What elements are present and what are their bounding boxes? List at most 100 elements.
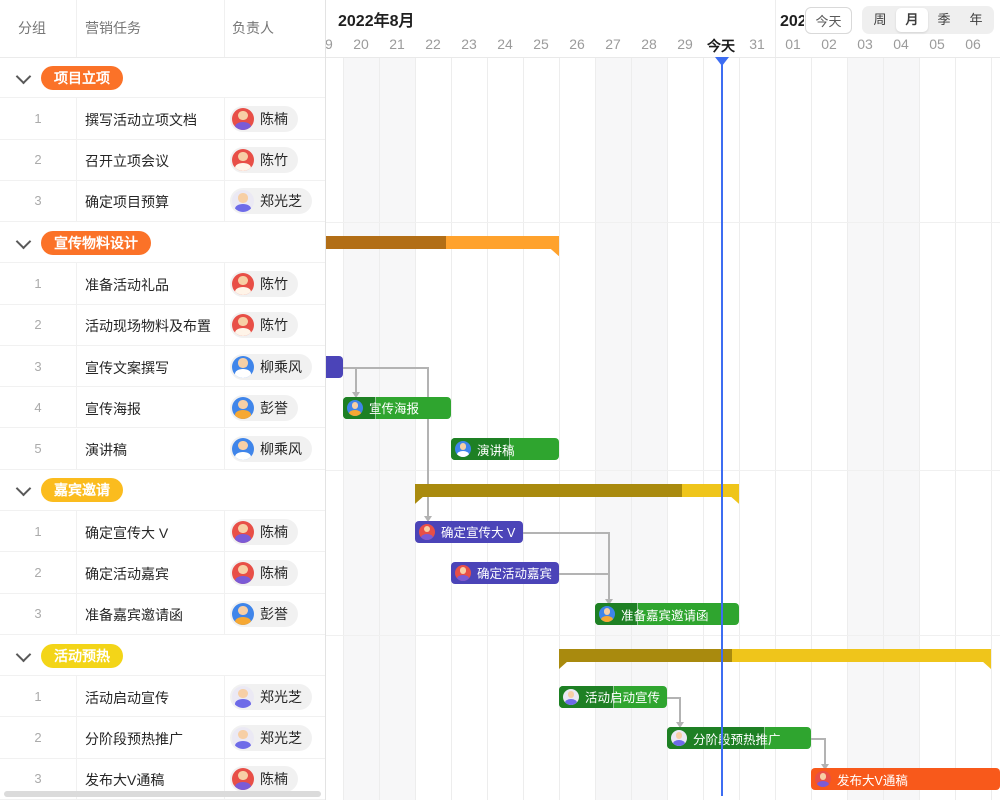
assignee-pill[interactable]: 陈楠 <box>230 560 298 586</box>
grid-line <box>379 57 380 800</box>
group-badge[interactable]: 项目立项 <box>41 66 123 90</box>
task-row: 2分阶段预热推广郑光芝 <box>0 717 325 758</box>
summary-bar[interactable] <box>559 649 991 662</box>
weekend-stripe <box>883 57 919 800</box>
grid-line <box>991 57 992 800</box>
view-segment-周[interactable]: 周 <box>864 8 896 32</box>
task-bar[interactable]: 确定活动嘉宾 <box>451 562 559 584</box>
summary-end-cap <box>982 661 991 669</box>
assignee-pill[interactable]: 陈楠 <box>230 519 298 545</box>
task-bar-label: 活动启动宣传 <box>563 686 660 708</box>
task-bar-text: 发布大V通稿 <box>837 770 908 789</box>
day-label: 26 <box>559 36 595 52</box>
task-number: 3 <box>0 359 76 374</box>
row-divider <box>326 635 1000 636</box>
group-row: 宣传物料设计 <box>0 222 325 263</box>
view-segment-季[interactable]: 季 <box>928 8 960 32</box>
task-row: 1准备活动礼品陈竹 <box>0 263 325 304</box>
column-divider <box>76 594 77 634</box>
chevron-down-icon[interactable] <box>16 646 32 662</box>
assignee-pill[interactable]: 陈楠 <box>230 106 298 132</box>
day-label: 28 <box>631 36 667 52</box>
column-divider <box>224 181 225 221</box>
assignee-name: 彭誉 <box>260 604 288 624</box>
chevron-down-icon[interactable] <box>16 68 32 84</box>
column-divider <box>76 552 77 592</box>
grid-line <box>343 57 344 800</box>
task-bar[interactable] <box>326 356 343 378</box>
group-badge[interactable]: 嘉宾邀请 <box>41 478 123 502</box>
assignee-name: 郑光芝 <box>260 191 302 211</box>
day-label: 27 <box>595 36 631 52</box>
summary-end-cap <box>415 496 424 504</box>
summary-bar[interactable] <box>326 236 559 249</box>
task-name: 确定项目预算 <box>85 192 169 212</box>
avatar <box>232 108 254 130</box>
assignee-pill[interactable]: 彭誉 <box>230 601 298 627</box>
weekend-stripe <box>847 57 883 800</box>
col-header-task: 营销任务 <box>85 0 141 57</box>
assignee-name: 郑光芝 <box>260 687 302 707</box>
day-label: 05 <box>919 36 955 52</box>
task-name: 宣传海报 <box>85 399 141 419</box>
assignee-pill[interactable]: 陈楠 <box>230 766 298 792</box>
dependency-line <box>679 697 681 722</box>
assignee-pill[interactable]: 郑光芝 <box>230 725 312 751</box>
column-divider <box>224 676 225 716</box>
horizontal-scrollbar-thumb[interactable] <box>4 791 321 797</box>
assignee-pill[interactable]: 陈竹 <box>230 147 298 173</box>
day-label: 06 <box>955 36 991 52</box>
task-bar[interactable]: 发布大V通稿 <box>811 768 1000 790</box>
task-number: 3 <box>0 193 76 208</box>
group-badge[interactable]: 宣传物料设计 <box>41 231 151 255</box>
task-name: 宣传文案撰写 <box>85 358 169 378</box>
task-bar-label: 确定宣传大 V <box>419 521 515 543</box>
assignee-pill[interactable]: 陈竹 <box>230 312 298 338</box>
assignee-pill[interactable]: 柳乘风 <box>230 354 312 380</box>
assignee-name: 柳乘风 <box>260 439 302 459</box>
task-name: 撰写活动立项文档 <box>85 110 197 130</box>
task-bar[interactable]: 确定宣传大 V <box>415 521 523 543</box>
task-number: 3 <box>0 606 76 621</box>
task-bar-text: 分阶段预热推广 <box>693 729 781 748</box>
column-divider <box>224 140 225 180</box>
column-divider <box>76 717 77 757</box>
task-bar[interactable]: 准备嘉宾邀请函 <box>595 603 739 625</box>
avatar <box>232 314 254 336</box>
column-divider <box>224 511 225 551</box>
view-segment-年[interactable]: 年 <box>960 8 992 32</box>
task-bar[interactable]: 宣传海报 <box>343 397 451 419</box>
summary-bar[interactable] <box>415 484 739 497</box>
assignee-pill[interactable]: 郑光芝 <box>230 188 312 214</box>
task-bar[interactable]: 分阶段预热推广 <box>667 727 811 749</box>
assignee-pill[interactable]: 柳乘风 <box>230 436 312 462</box>
avatar <box>815 771 831 787</box>
chevron-down-icon[interactable] <box>16 481 32 497</box>
view-segment-月[interactable]: 月 <box>896 8 928 32</box>
assignee-name: 陈竹 <box>260 150 288 170</box>
task-bar-text: 宣传海报 <box>369 398 419 417</box>
avatar <box>455 441 471 457</box>
task-bar[interactable]: 演讲稿 <box>451 438 559 460</box>
summary-end-cap <box>730 496 739 504</box>
column-divider <box>76 140 77 180</box>
task-name: 准备嘉宾邀请函 <box>85 605 183 625</box>
task-row: 1确定宣传大 V陈楠 <box>0 511 325 552</box>
grid-line <box>775 57 776 800</box>
avatar <box>232 149 254 171</box>
assignee-pill[interactable]: 彭誉 <box>230 395 298 421</box>
dependency-line <box>667 697 679 699</box>
task-bar-label: 宣传海报 <box>347 397 419 419</box>
assignee-pill[interactable]: 陈竹 <box>230 271 298 297</box>
today-button[interactable]: 今天 <box>805 7 852 34</box>
column-divider <box>224 387 225 427</box>
gantt-app: 分组 营销任务 负责人 项目立项1撰写活动立项文档陈楠2召开立项会议陈竹3确定项… <box>0 0 1000 800</box>
task-bar-label: 分阶段预热推广 <box>671 727 781 749</box>
group-badge[interactable]: 活动预热 <box>41 644 123 668</box>
chevron-down-icon[interactable] <box>16 233 32 249</box>
column-divider <box>224 263 225 303</box>
assignee-pill[interactable]: 郑光芝 <box>230 684 312 710</box>
task-bar[interactable]: 活动启动宣传 <box>559 686 667 708</box>
grid-line <box>523 57 524 800</box>
grid-line <box>667 57 668 800</box>
